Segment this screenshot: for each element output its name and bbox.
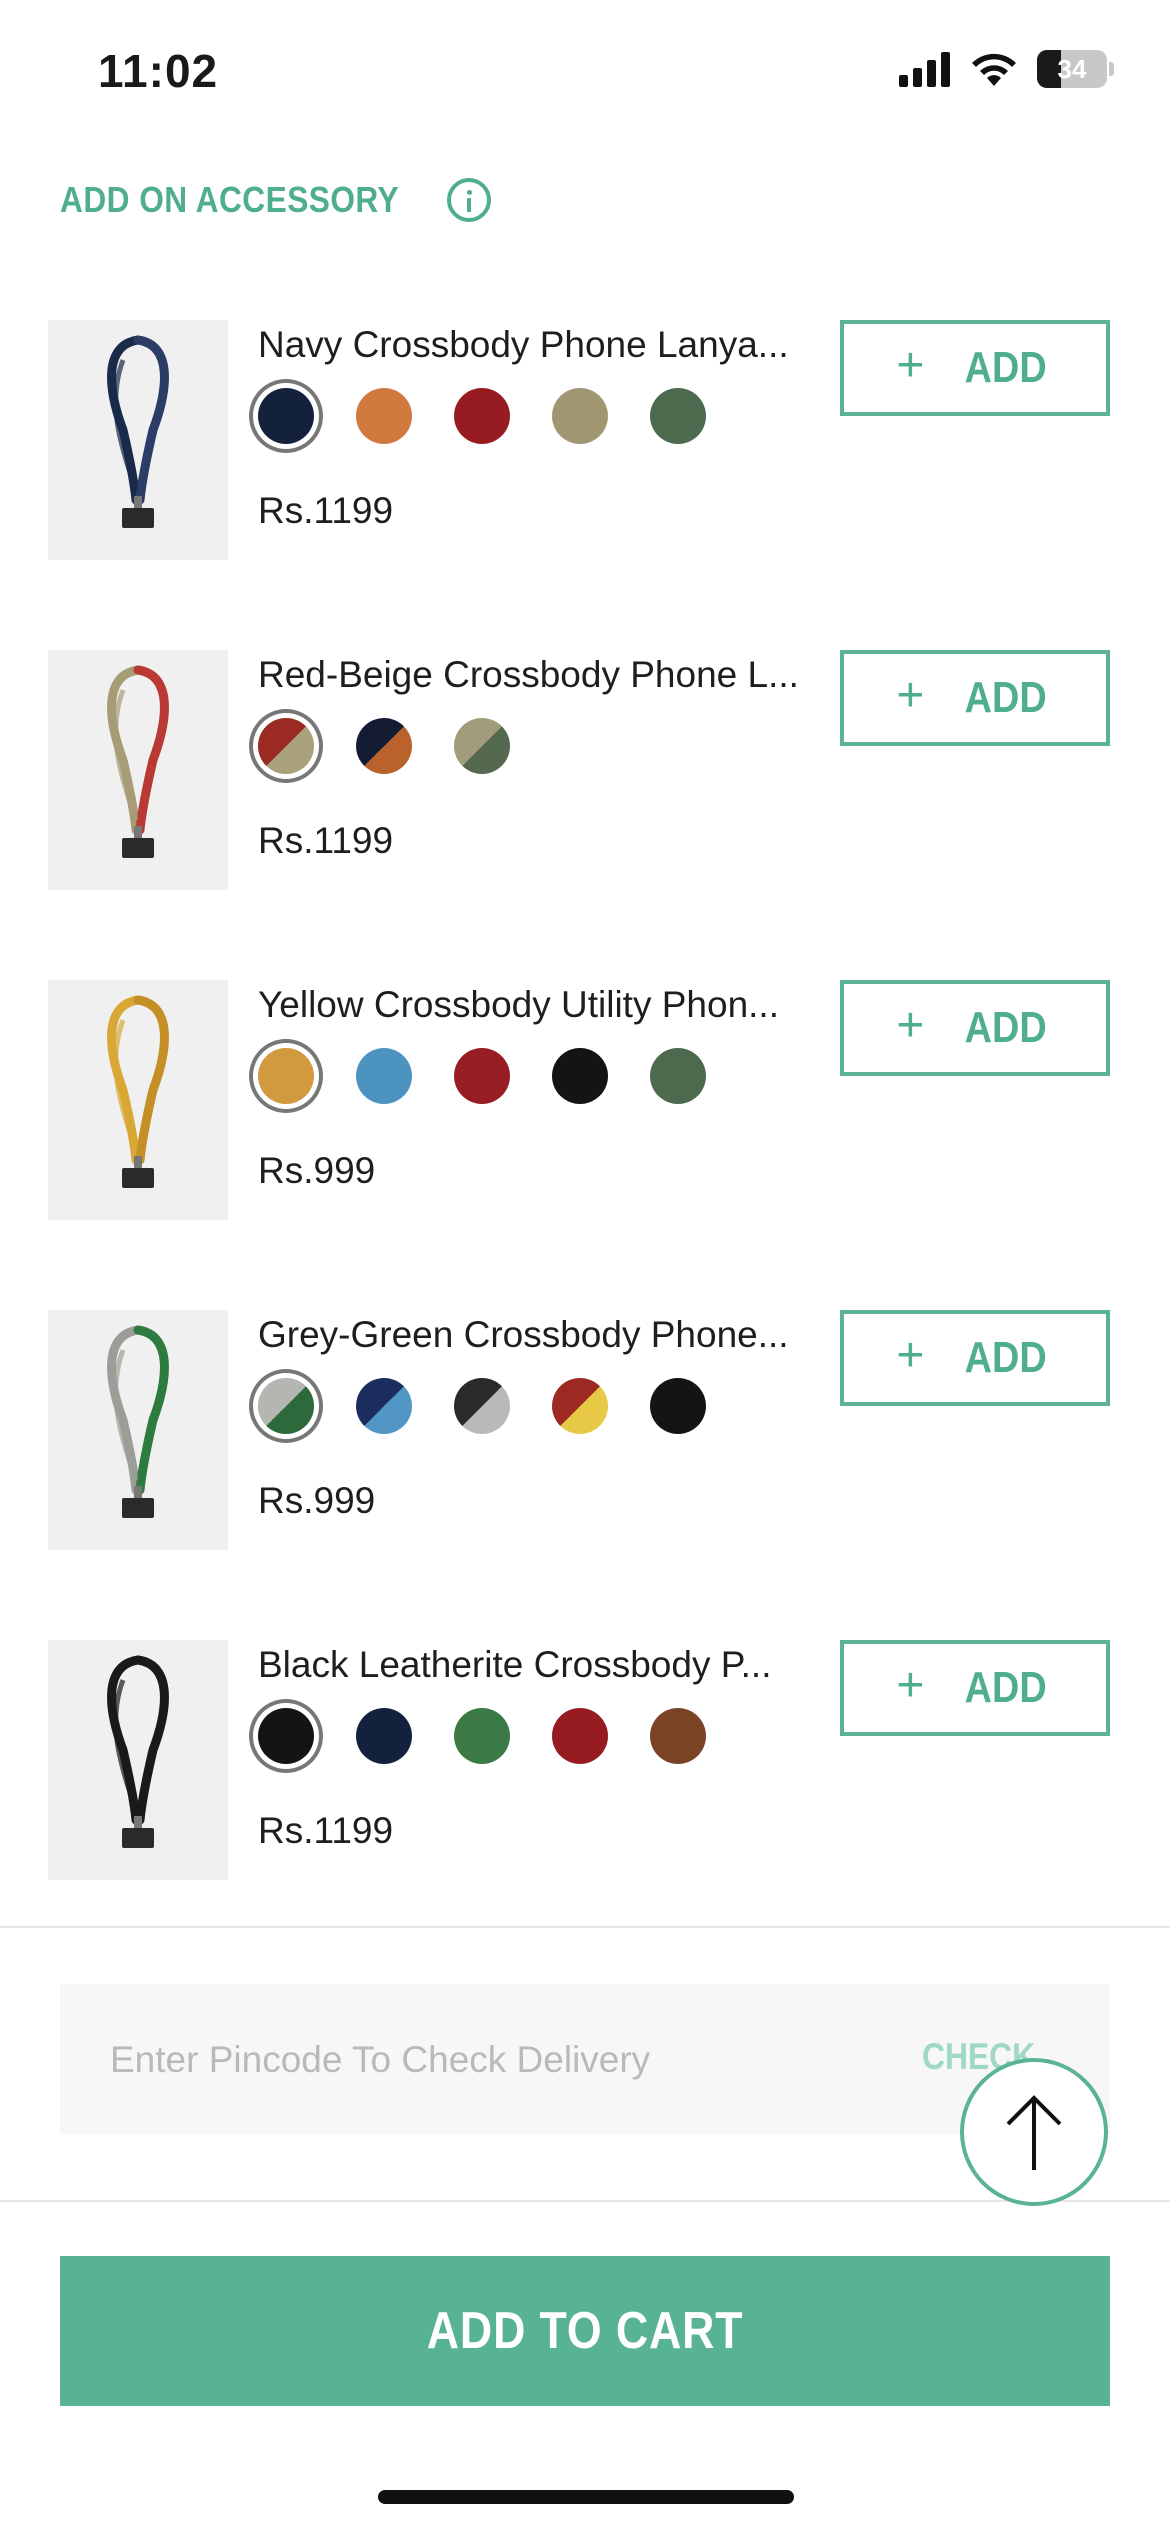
product-name[interactable]: Red-Beige Crossbody Phone L... <box>258 654 843 696</box>
product-image[interactable] <box>48 1640 228 1880</box>
add-button-label: ADD <box>965 343 1047 392</box>
accessory-item: Black Leatherite Crossbody P... Rs.1199 … <box>48 1640 1122 1880</box>
divider <box>0 1926 1170 1928</box>
add-button-label: ADD <box>965 1333 1047 1382</box>
plus-icon: + <box>896 339 925 392</box>
lanyard-image <box>107 335 169 528</box>
color-swatch[interactable] <box>650 388 706 444</box>
lanyard-image <box>107 1325 169 1518</box>
lanyard-image <box>107 995 169 1188</box>
pincode-input[interactable] <box>108 2034 812 2086</box>
product-image[interactable] <box>48 980 228 1220</box>
color-swatch[interactable] <box>258 388 314 444</box>
color-swatch[interactable] <box>454 1378 510 1434</box>
color-swatch[interactable] <box>552 1048 608 1104</box>
color-swatch[interactable] <box>258 718 314 774</box>
color-swatch[interactable] <box>454 388 510 444</box>
plus-icon: + <box>896 1659 925 1712</box>
arrow-up-icon <box>1006 2095 1062 2170</box>
color-swatch[interactable] <box>356 388 412 444</box>
color-swatch[interactable] <box>552 1378 608 1434</box>
product-price: Rs.1199 <box>258 1810 394 1851</box>
add-button[interactable]: + ADD <box>840 980 1110 1076</box>
cellular-signal-icon <box>899 52 950 87</box>
battery-percentage: 34 <box>1057 53 1087 84</box>
color-swatch[interactable] <box>650 1708 706 1764</box>
color-swatch[interactable] <box>552 1708 608 1764</box>
color-swatch[interactable] <box>454 1708 510 1764</box>
color-swatches <box>258 718 510 774</box>
product-price: Rs.1199 <box>258 490 394 531</box>
product-name[interactable]: Black Leatherite Crossbody P... <box>258 1644 843 1686</box>
product-price: Rs.999 <box>258 1150 376 1191</box>
add-button[interactable]: + ADD <box>840 650 1110 746</box>
product-name[interactable]: Yellow Crossbody Utility Phon... <box>258 984 843 1026</box>
product-price: Rs.1199 <box>258 820 394 861</box>
plus-icon: + <box>896 669 925 722</box>
accessory-item: Grey-Green Crossbody Phone... Rs.999 + A… <box>48 1310 1122 1550</box>
color-swatch[interactable] <box>258 1048 314 1104</box>
color-swatch[interactable] <box>454 1048 510 1104</box>
status-icons: 34 <box>899 50 1114 88</box>
accessory-item: Red-Beige Crossbody Phone L... Rs.1199 +… <box>48 650 1122 890</box>
plus-icon: + <box>896 999 925 1052</box>
plus-icon: + <box>896 1329 925 1382</box>
add-button-label: ADD <box>965 1003 1047 1052</box>
color-swatch[interactable] <box>356 1048 412 1104</box>
status-time: 11:02 <box>98 45 219 97</box>
add-button-label: ADD <box>965 673 1047 722</box>
color-swatches <box>258 388 706 444</box>
color-swatches <box>258 1048 706 1104</box>
home-indicator <box>378 2490 794 2504</box>
color-swatch[interactable] <box>650 1048 706 1104</box>
add-button[interactable]: + ADD <box>840 1310 1110 1406</box>
accessory-item: Navy Crossbody Phone Lanya... Rs.1199 + … <box>48 320 1122 560</box>
lanyard-image <box>107 1655 169 1848</box>
add-to-cart-button[interactable]: ADD TO CART <box>60 2256 1110 2406</box>
section-header: ADD ON ACCESSORY <box>60 178 492 222</box>
color-swatch[interactable] <box>356 1378 412 1434</box>
product-image[interactable] <box>48 1310 228 1550</box>
color-swatches <box>258 1378 706 1434</box>
section-title: ADD ON ACCESSORY <box>60 179 400 220</box>
product-image[interactable] <box>48 320 228 560</box>
color-swatch[interactable] <box>454 718 510 774</box>
wifi-icon <box>972 53 1016 86</box>
color-swatch[interactable] <box>650 1378 706 1434</box>
product-name[interactable]: Grey-Green Crossbody Phone... <box>258 1314 843 1356</box>
scroll-to-top-button[interactable] <box>960 2058 1108 2206</box>
battery-icon: 34 <box>1037 50 1107 88</box>
color-swatch[interactable] <box>258 1378 314 1434</box>
add-button-label: ADD <box>965 1663 1047 1712</box>
product-price: Rs.999 <box>258 1480 376 1521</box>
battery-cap <box>1109 62 1114 76</box>
color-swatch[interactable] <box>258 1708 314 1764</box>
add-to-cart-label: ADD TO CART <box>426 2302 744 2360</box>
product-image[interactable] <box>48 650 228 890</box>
color-swatches <box>258 1708 706 1764</box>
pincode-box: CHECK <box>60 1984 1110 2134</box>
add-button[interactable]: + ADD <box>840 320 1110 416</box>
info-icon[interactable] <box>447 178 492 222</box>
accessory-item: Yellow Crossbody Utility Phon... Rs.999 … <box>48 980 1122 1220</box>
product-name[interactable]: Navy Crossbody Phone Lanya... <box>258 324 843 366</box>
lanyard-image <box>107 665 169 858</box>
color-swatch[interactable] <box>356 718 412 774</box>
add-button[interactable]: + ADD <box>840 1640 1110 1736</box>
status-bar: 11:02 34 <box>0 0 1170 150</box>
color-swatch[interactable] <box>356 1708 412 1764</box>
color-swatch[interactable] <box>552 388 608 444</box>
